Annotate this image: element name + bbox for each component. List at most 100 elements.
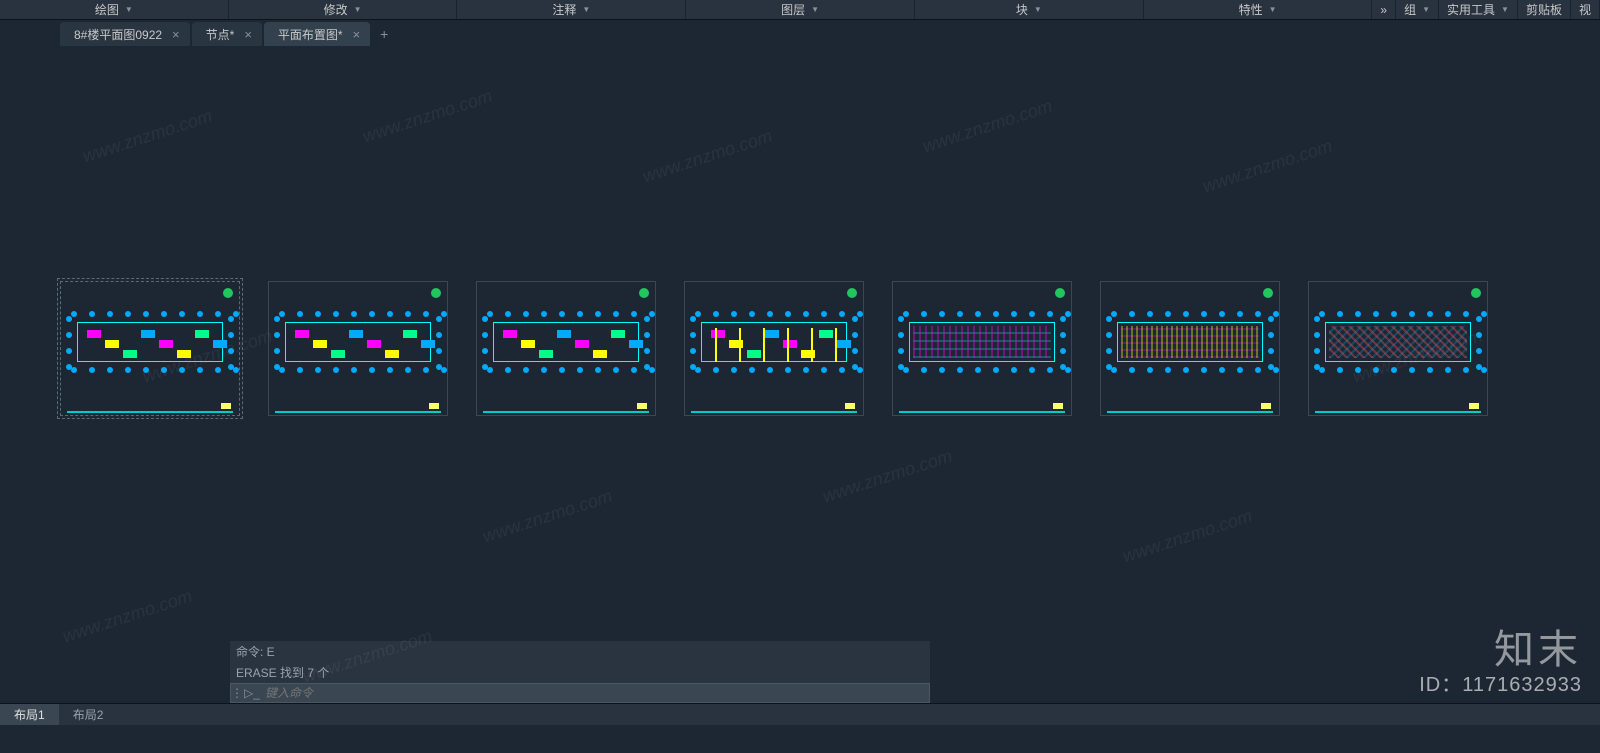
grid-marker-icon [505,367,511,373]
layout-sheet[interactable] [268,281,448,416]
layout-sheet[interactable] [892,281,1072,416]
floor-plan-fill [913,326,1051,358]
drag-handle-icon[interactable]: ⋮ [231,686,243,700]
close-icon[interactable]: × [353,27,361,42]
ribbon-panel-5[interactable]: 特性▼ [1144,0,1373,19]
grid-marker-icon [559,311,565,317]
sheet-status-icon [1471,288,1481,298]
grid-marker-icon [423,367,429,373]
grid-marker-icon [523,311,529,317]
ribbon-panel-3[interactable]: 图层▼ [686,0,915,19]
dropdown-caret-icon: ▼ [811,5,819,14]
grid-marker-icon [143,311,149,317]
grid-marker-icon [89,367,95,373]
grid-marker-icon [1314,316,1320,322]
grid-marker-icon [852,364,858,370]
ribbon-panel-10[interactable]: 视 [1571,0,1600,19]
document-tab[interactable]: 8#楼平面图0922× [60,22,190,46]
grid-marker-icon [228,316,234,322]
grid-marker-icon [482,332,488,338]
grid-marker-icon [1060,316,1066,322]
layout-sheet[interactable] [1308,281,1488,416]
grid-marker-icon [713,367,719,373]
room-block [837,340,851,348]
ribbon-panel-1[interactable]: 修改▼ [229,0,458,19]
grid-marker-icon [197,367,203,373]
grid-marker-icon [690,348,696,354]
ribbon-bar: 绘图▼修改▼注释▼图层▼块▼特性▼»组▼实用工具▼剪贴板视 [0,0,1600,20]
title-block [845,403,855,409]
grid-marker-icon [1237,367,1243,373]
ribbon-panel-8[interactable]: 实用工具▼ [1439,0,1518,19]
add-tab-button[interactable]: + [372,22,396,46]
drawing-canvas[interactable]: 命令: E ERASE 找到 7 个 ⋮ ▷_ 知末 ID：1171632933… [0,46,1600,703]
grid-marker-icon [1427,367,1433,373]
floor-plan-outline [701,322,847,362]
close-icon[interactable]: × [244,27,252,42]
layout-tab[interactable]: 布局1 [0,704,59,725]
grid-marker-icon [821,367,827,373]
ribbon-panel-2[interactable]: 注释▼ [457,0,686,19]
command-history-line: ERASE 找到 7 个 [230,662,930,683]
ribbon-panel-6[interactable]: » [1372,0,1396,19]
grid-marker-icon [1373,367,1379,373]
title-block [221,403,231,409]
grid-marker-icon [1337,367,1343,373]
grid-marker-icon [695,311,701,317]
grid-marker-icon [1314,348,1320,354]
grid-marker-icon [107,367,113,373]
grid-marker-icon [441,311,447,317]
grid-marker-icon [595,311,601,317]
room-block [331,350,345,358]
grid-marker-icon [274,316,280,322]
sheet-status-icon [1055,288,1065,298]
layout-sheet[interactable] [1100,281,1280,416]
sheet-drawing-area [69,314,231,370]
floor-plan-outline [285,322,431,362]
title-block [637,403,647,409]
watermark-id: ID：1171632933 [1419,668,1582,697]
grid-marker-icon [957,367,963,373]
grid-marker-icon [852,348,858,354]
ribbon-panel-9[interactable]: 剪贴板 [1518,0,1571,19]
grid-marker-icon [690,332,696,338]
grid-marker-icon [228,348,234,354]
sheet-drawing-area [485,314,647,370]
grid-marker-icon [631,311,637,317]
grid-marker-icon [731,367,737,373]
document-tab[interactable]: 平面布置图*× [264,22,370,46]
grid-marker-icon [1268,364,1274,370]
grid-marker-icon [852,316,858,322]
ribbon-panel-4[interactable]: 块▼ [915,0,1144,19]
grid-marker-icon [613,367,619,373]
grid-marker-icon [1255,367,1261,373]
grid-marker-icon [1060,332,1066,338]
ribbon-panel-0[interactable]: 绘图▼ [0,0,229,19]
grid-marker-icon [179,367,185,373]
floor-plan-fill [289,326,427,358]
layout-sheet[interactable] [476,281,656,416]
grid-marker-icon [713,311,719,317]
layout-sheet[interactable] [60,281,240,416]
layout-sheet-row [60,281,1540,416]
grid-marker-icon [197,311,203,317]
grid-marker-icon [644,316,650,322]
close-icon[interactable]: × [172,27,180,42]
grid-marker-icon [436,316,442,322]
grid-marker-icon [333,311,339,317]
room-block [503,330,517,338]
grid-marker-icon [1219,367,1225,373]
command-input[interactable] [261,686,929,700]
floor-plan-fill [497,326,635,358]
grid-marker-icon [852,332,858,338]
grid-marker-icon [315,311,321,317]
sheet-border-line [691,411,857,413]
grid-marker-icon [1255,311,1261,317]
document-tab[interactable]: 节点*× [192,22,262,46]
ribbon-panel-7[interactable]: 组▼ [1396,0,1439,19]
grid-marker-icon [482,348,488,354]
grid-marker-icon [1476,316,1482,322]
layout-sheet[interactable] [684,281,864,416]
room-block [159,340,173,348]
layout-tab[interactable]: 布局2 [59,704,118,725]
